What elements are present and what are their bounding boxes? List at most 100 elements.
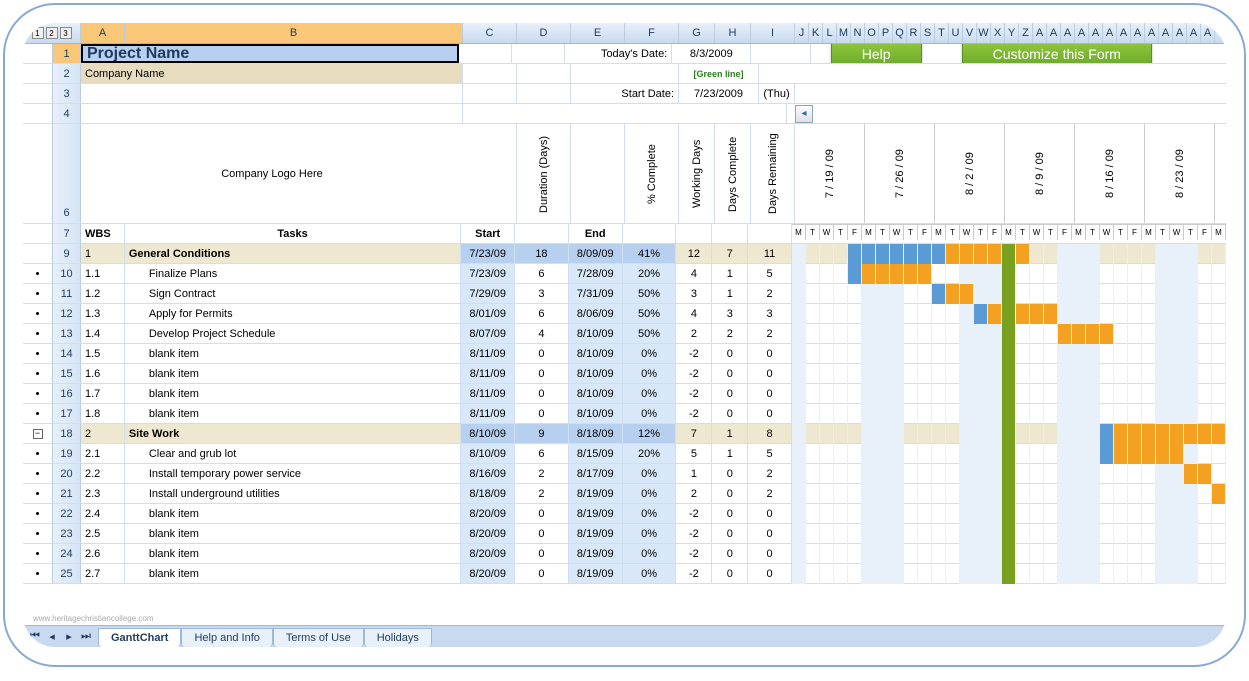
cell-wbs[interactable]: 1.5: [81, 344, 125, 363]
cell-wbs[interactable]: 1.2: [81, 284, 125, 303]
cell-duration[interactable]: 0: [515, 544, 569, 563]
customize-button[interactable]: Customize this Form: [962, 44, 1152, 63]
cell-working-days[interactable]: 7: [676, 424, 712, 443]
row-header[interactable]: 14: [53, 344, 81, 363]
cell-task-name[interactable]: Finalize Plans: [125, 264, 461, 283]
cell-company-name[interactable]: Company Name: [81, 64, 463, 83]
cell-task-name[interactable]: blank item: [125, 544, 461, 563]
cell-days-complete[interactable]: 7: [712, 244, 748, 263]
table-row[interactable]: 222.4blank item8/20/0908/19/090%-200: [23, 504, 1226, 524]
cell-start[interactable]: 8/16/09: [461, 464, 515, 483]
col-header-narrow-13[interactable]: W: [977, 23, 991, 43]
col-header-narrow-29[interactable]: A: [1201, 23, 1215, 43]
tab-holidays[interactable]: Holidays: [364, 628, 432, 647]
col-header-narrow-2[interactable]: L: [823, 23, 837, 43]
col-header-narrow-7[interactable]: Q: [893, 23, 907, 43]
cell-days-complete[interactable]: 0: [712, 364, 748, 383]
cell-duration[interactable]: 6: [515, 304, 569, 323]
cell-end[interactable]: 8/19/09: [569, 544, 623, 563]
col-header-narrow-18[interactable]: A: [1047, 23, 1061, 43]
tab-ganttchart[interactable]: GanttChart: [98, 628, 181, 647]
outline-toggle[interactable]: [23, 444, 53, 463]
cell-end[interactable]: 8/10/09: [569, 384, 623, 403]
cell-wbs[interactable]: 1.6: [81, 364, 125, 383]
tab-prev-icon[interactable]: ◂: [44, 629, 60, 645]
cell-start[interactable]: 7/29/09: [461, 284, 515, 303]
cell-end[interactable]: 8/19/09: [569, 504, 623, 523]
cell-pct[interactable]: 50%: [623, 304, 677, 323]
cell-days-complete[interactable]: 0: [712, 384, 748, 403]
outline-toggle[interactable]: [23, 244, 53, 263]
outline-toggle[interactable]: [23, 524, 53, 543]
cell-days-remaining[interactable]: 5: [748, 444, 792, 463]
cell-days-complete[interactable]: 1: [712, 284, 748, 303]
cell-task-name[interactable]: blank item: [125, 564, 461, 583]
cell-days-remaining[interactable]: 2: [748, 464, 792, 483]
tab-next-icon[interactable]: ▸: [61, 629, 77, 645]
table-row[interactable]: 232.5blank item8/20/0908/19/090%-200: [23, 524, 1226, 544]
cell-task-name[interactable]: blank item: [125, 524, 461, 543]
row-header[interactable]: 16: [53, 384, 81, 403]
value-today-date[interactable]: 8/3/2009: [672, 44, 751, 63]
cell-pct[interactable]: 41%: [623, 244, 677, 263]
cell-working-days[interactable]: -2: [676, 344, 712, 363]
cell-days-remaining[interactable]: 0: [748, 384, 792, 403]
table-row[interactable]: 212.3Install underground utilities8/18/0…: [23, 484, 1226, 504]
cell-duration[interactable]: 9: [515, 424, 569, 443]
row-header[interactable]: 20: [53, 464, 81, 483]
cell-days-complete[interactable]: 3: [712, 304, 748, 323]
cell-pct[interactable]: 20%: [623, 264, 677, 283]
row-header[interactable]: 12: [53, 304, 81, 323]
cell-project-name[interactable]: Project Name: [81, 44, 459, 63]
cell-duration[interactable]: 0: [515, 504, 569, 523]
cell-pct[interactable]: 50%: [623, 284, 677, 303]
cell-days-remaining[interactable]: 0: [748, 404, 792, 423]
cell-wbs[interactable]: 2.7: [81, 564, 125, 583]
cell-working-days[interactable]: -2: [676, 564, 712, 583]
cell-task-name[interactable]: blank item: [125, 364, 461, 383]
cell-task-name[interactable]: Sign Contract: [125, 284, 461, 303]
cell-end[interactable]: 8/18/09: [569, 424, 623, 443]
row-header[interactable]: 24: [53, 544, 81, 563]
cell-start[interactable]: 8/20/09: [461, 504, 515, 523]
cell-duration[interactable]: 0: [515, 344, 569, 363]
col-header-narrow-14[interactable]: X: [991, 23, 1005, 43]
col-header-f[interactable]: F: [625, 23, 679, 43]
cell-working-days[interactable]: 3: [676, 284, 712, 303]
col-header-narrow-15[interactable]: Y: [1005, 23, 1019, 43]
cell-pct[interactable]: 0%: [623, 404, 677, 423]
col-header-e[interactable]: E: [571, 23, 625, 43]
cell-task-name[interactable]: blank item: [125, 404, 461, 423]
cell-working-days[interactable]: 4: [676, 304, 712, 323]
cell-days-complete[interactable]: 2: [712, 324, 748, 343]
cell-working-days[interactable]: 2: [676, 324, 712, 343]
col-header-narrow-23[interactable]: A: [1117, 23, 1131, 43]
cell-duration[interactable]: 6: [515, 264, 569, 283]
table-row[interactable]: 121.3Apply for Permits8/01/0968/06/0950%…: [23, 304, 1226, 324]
cell-days-remaining[interactable]: 0: [748, 524, 792, 543]
table-row[interactable]: −182Site Work8/10/0998/18/0912%718: [23, 424, 1226, 444]
cell-task-name[interactable]: Clear and grub lot: [125, 444, 461, 463]
col-header-narrow-6[interactable]: P: [879, 23, 893, 43]
cell-duration[interactable]: 0: [515, 404, 569, 423]
cell-working-days[interactable]: 2: [676, 484, 712, 503]
table-row[interactable]: 141.5blank item8/11/0908/10/090%-200: [23, 344, 1226, 364]
outline-level-3[interactable]: 3: [60, 27, 72, 39]
row-header-2[interactable]: 2: [53, 64, 81, 83]
col-header-narrow-12[interactable]: V: [963, 23, 977, 43]
cell-start[interactable]: 8/11/09: [461, 344, 515, 363]
cell-working-days[interactable]: -2: [676, 504, 712, 523]
col-header-narrow-9[interactable]: S: [921, 23, 935, 43]
cell-wbs[interactable]: 1.1: [81, 264, 125, 283]
outline-toggle[interactable]: [23, 344, 53, 363]
tab-help-and-info[interactable]: Help and Info: [181, 628, 272, 647]
row-header[interactable]: 19: [53, 444, 81, 463]
cell-task-name[interactable]: General Conditions: [125, 244, 461, 263]
col-header-narrow-19[interactable]: A: [1061, 23, 1075, 43]
row-header[interactable]: 23: [53, 524, 81, 543]
col-header-i[interactable]: I: [751, 23, 795, 43]
outline-level-1[interactable]: 1: [32, 27, 44, 39]
cell-end[interactable]: 8/10/09: [569, 404, 623, 423]
cell-end[interactable]: 8/19/09: [569, 524, 623, 543]
cell-days-remaining[interactable]: 8: [748, 424, 792, 443]
